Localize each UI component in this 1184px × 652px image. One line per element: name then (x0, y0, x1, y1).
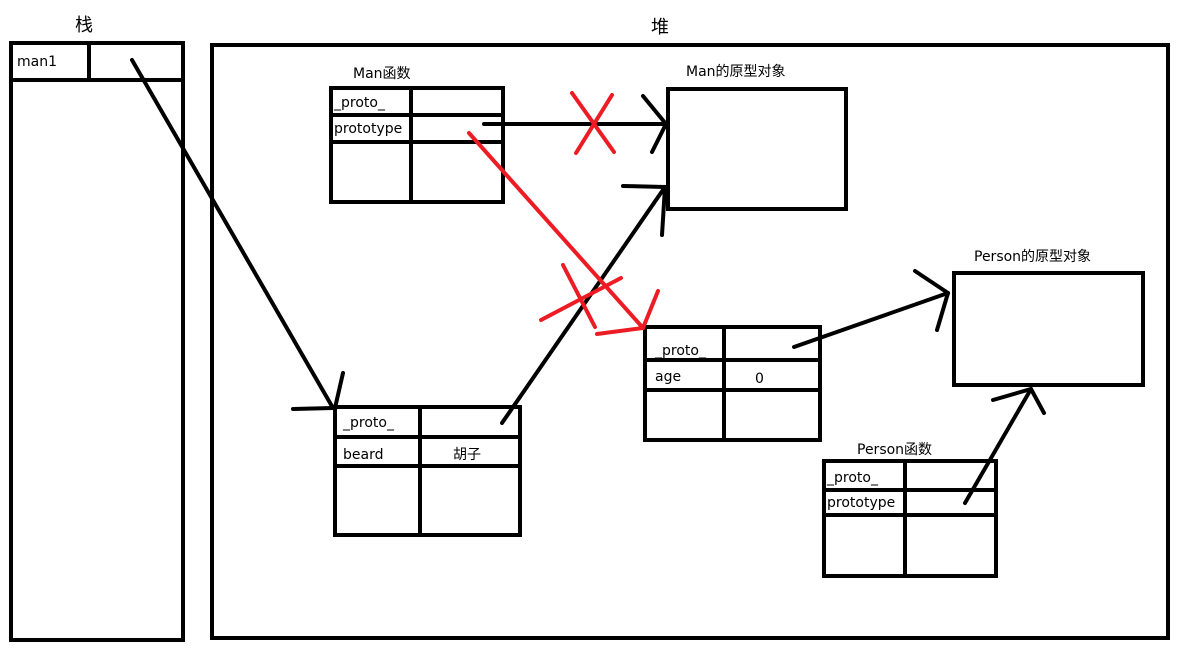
cross-out-mark-2 (539, 263, 623, 329)
red-arrow-man-prototype-to-person-instance (467, 131, 660, 336)
arrow-man1-to-instance (130, 58, 345, 411)
heap-title: 堆 (651, 17, 669, 38)
stack-title: 栈 (75, 15, 93, 36)
arrow-person-instance-to-person-prototype (792, 269, 950, 349)
man-instance-proto: _proto_ (342, 415, 395, 431)
man-prototype-box (666, 87, 848, 211)
man-function-proto: _proto_ (333, 95, 386, 111)
prototype-chain-diagram: 栈 man1 堆 Man函数 _proto_ prototype Man的原型对… (9, 15, 1170, 642)
man-function-label: Man函数 (353, 66, 411, 82)
man-function-prototype: prototype (334, 121, 402, 137)
person-instance-age: age (655, 369, 681, 385)
person-function-label: Person函数 (857, 442, 932, 458)
person-prototype-label: Person的原型对象 (974, 249, 1091, 265)
man-instance-beard-value: 胡子 (453, 447, 481, 463)
stack-var-man1: man1 (17, 54, 57, 70)
person-instance-age-value: 0 (755, 371, 764, 387)
stack-box (9, 41, 185, 642)
person-function-prototype: prototype (827, 495, 895, 511)
arrow-man-prototype-to-object (482, 94, 668, 154)
man-prototype-label: Man的原型对象 (686, 64, 786, 80)
man-instance-beard: beard (343, 447, 383, 463)
arrow-person-function-prototype (963, 387, 1046, 505)
person-instance-proto: _proto_ (654, 343, 707, 359)
person-prototype-box (952, 271, 1145, 387)
person-function-proto: _proto_ (826, 470, 879, 486)
